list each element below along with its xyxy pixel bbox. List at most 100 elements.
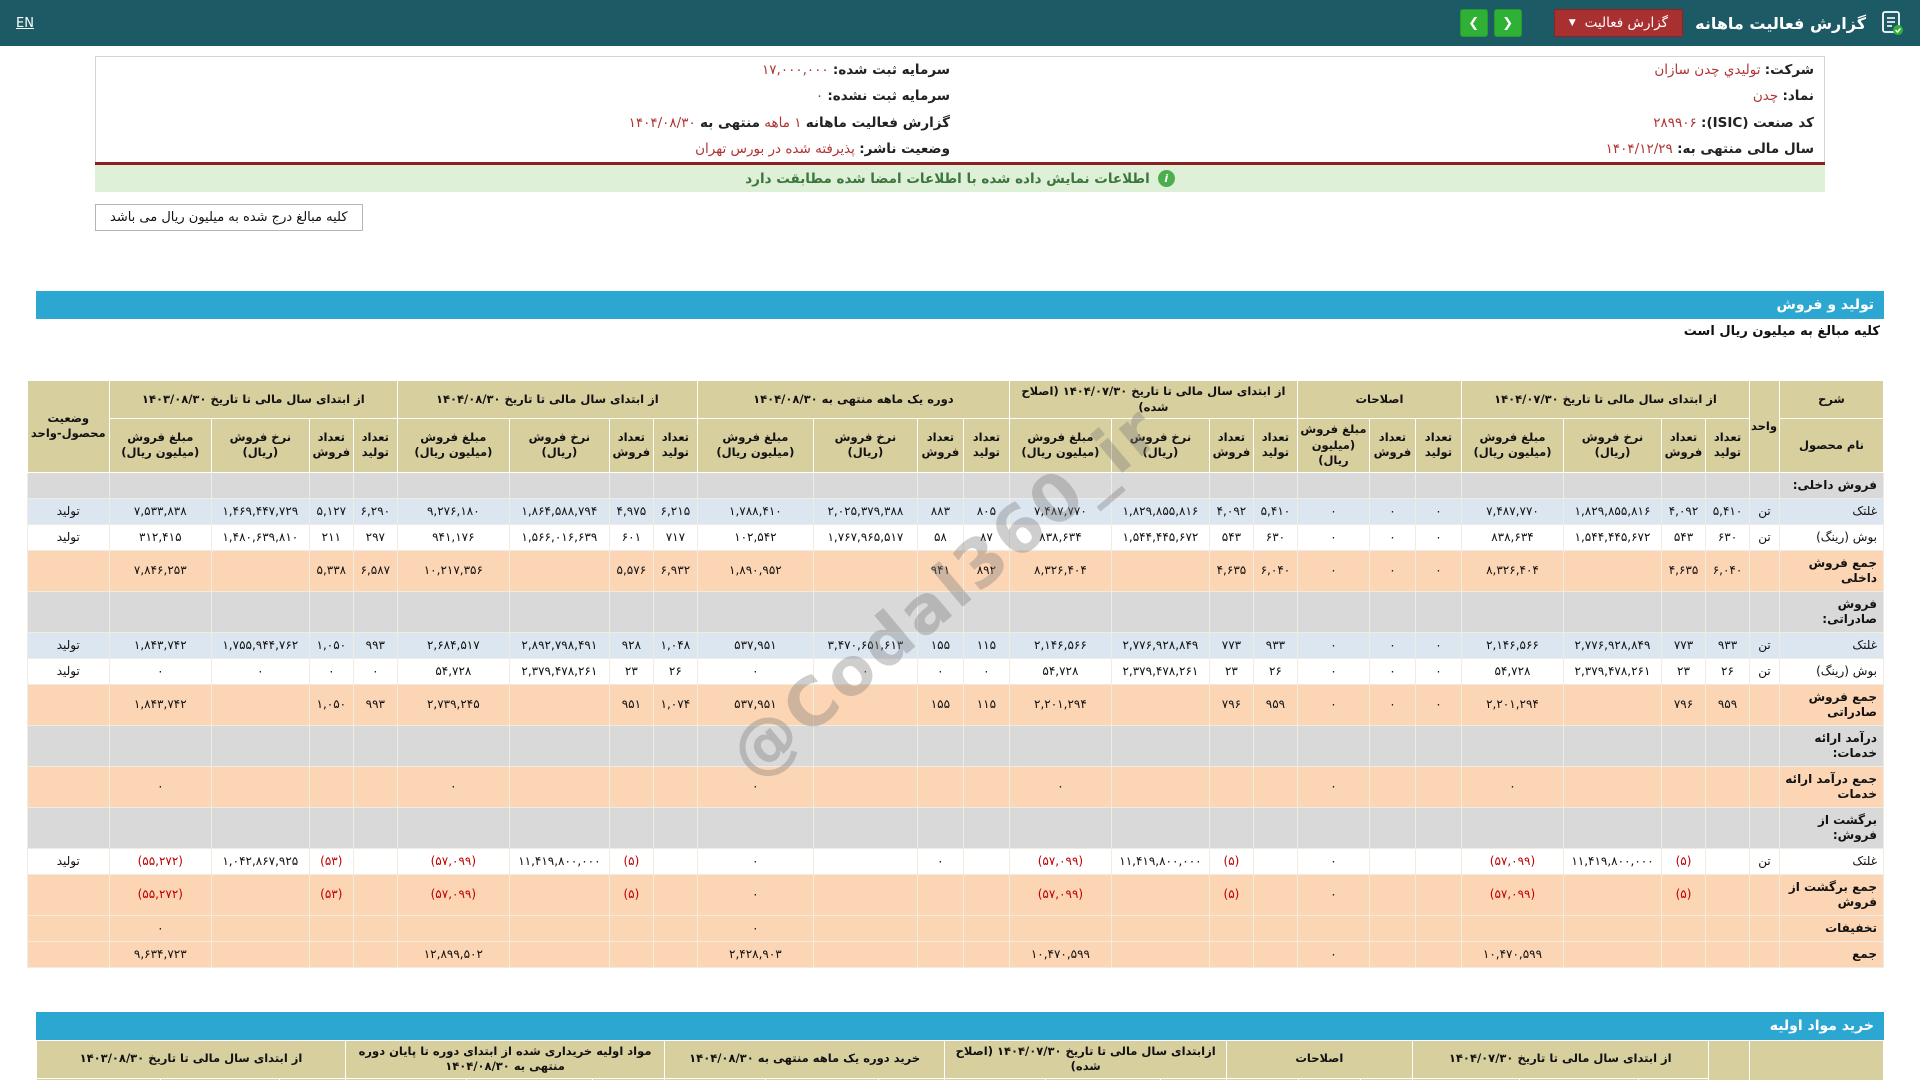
value-cell: (۵۷,۰۹۹) [1008, 873, 1112, 916]
value-cell [916, 471, 964, 499]
value-cell: ۱,۵۴۴,۴۴۵,۶۷۲ [1110, 523, 1210, 551]
value-cell: ۸۰۵ [962, 497, 1010, 525]
value-cell: (۵) [1208, 847, 1254, 875]
total-row: جمع ۱۰,۴۷۰,۵۹۹ ۰ ۱۰,۴۷۰,۵۹۹ ۲,۴۲۸,۹۰۳ ۱۲,۸۹۹,… [26, 940, 1884, 968]
group-header: از ابتدای سال مالی تا تاریخ ۱۴۰۳/۰۸/۳۰ [108, 379, 398, 420]
registered-capital-value: ۱۷,۰۰۰,۰۰۰ [762, 62, 829, 78]
value-cell [696, 471, 814, 499]
value-cell [508, 914, 610, 942]
fiscal-year-field: سال مالی منتهی به: ۱۴۰۴/۱۲/۲۹ [960, 136, 1824, 162]
value-cell: ۹۵۱ [608, 683, 654, 726]
section-row: فروش صادراتی: [26, 590, 1884, 633]
value-cell [1008, 806, 1112, 849]
unit-cell: تن [1749, 631, 1780, 659]
value-cell [352, 471, 398, 499]
value-cell [508, 549, 610, 592]
value-cell: ۱۱۵ [962, 631, 1010, 659]
unit-cell [1749, 914, 1780, 942]
value-cell: ۸۳۸,۶۳۴ [1460, 523, 1565, 551]
value-cell: ۱,۷۶۷,۹۶۵,۵۱۷ [812, 523, 918, 551]
value-cell [352, 765, 398, 808]
symbol-value: چدن [1752, 88, 1779, 105]
status-cell [26, 683, 110, 726]
value-cell [812, 683, 918, 726]
value-cell [1414, 873, 1462, 916]
value-cell: ۹۵۹ [1252, 683, 1298, 726]
group-header: اصلاحات [1296, 379, 1462, 420]
value-cell: ۰ [696, 873, 814, 916]
data-row: بوش (رینگ) تن ۲۶ ۲۳ ۲,۳۷۹,۴۷۸,۲۶۱ ۵۴,۷۲۸ ۰ ۰ ۰ ۲۶… [26, 657, 1884, 685]
value-cell [1296, 914, 1370, 942]
column-header: مبلغ فروش (میلیون ریال) [1296, 418, 1370, 473]
previous-report-button[interactable]: ❮ [1493, 9, 1522, 37]
row-label: بوش (رینگ) [1779, 523, 1884, 551]
total-row: جمع فروش داخلی ۶,۰۴۰ ۴,۶۳۵ ۸,۳۲۶,۴۰۴ ۰ ۰ ۰ ۶,۰۴… [26, 549, 1884, 592]
company-name-label: شرکت: [1764, 62, 1814, 78]
value-cell [1110, 914, 1210, 942]
report-type-dropdown[interactable]: گزارش فعالیت ▼ [1553, 9, 1684, 37]
value-cell [352, 914, 398, 942]
data-row: غلتک تن ۹۳۳ ۷۷۳ ۲,۷۷۶,۹۲۸,۸۴۹ ۲,۱۴۶,۵۶۶ ۰ ۰ ۰ ۹۳۳… [26, 631, 1884, 659]
value-cell [652, 940, 698, 968]
value-cell: ۱,۸۴۳,۷۴۲ [108, 631, 212, 659]
value-cell [1296, 590, 1370, 633]
value-cell: ۰ [1368, 657, 1416, 685]
value-cell [396, 590, 510, 633]
value-cell [210, 806, 310, 849]
value-cell: ۰ [696, 765, 814, 808]
value-cell [1110, 683, 1210, 726]
value-cell [1110, 806, 1210, 849]
value-cell: ۶,۰۴۰ [1252, 549, 1298, 592]
value-cell: ۶,۵۸۷ [352, 549, 398, 592]
value-cell [308, 940, 354, 968]
value-cell: ۰ [1296, 765, 1370, 808]
value-cell [1563, 549, 1662, 592]
value-cell: ۵۴,۷۲۸ [1008, 657, 1112, 685]
unregistered-capital-field: سرمایه ثبت نشده: ۰ [96, 83, 960, 109]
value-cell [1368, 940, 1416, 968]
value-cell: ۱,۰۴۸ [652, 631, 698, 659]
unit-cell: تن [1749, 657, 1780, 685]
section-header-raw-materials: خرید مواد اولیه [36, 1011, 1884, 1040]
column-header: تعداد تولید [652, 418, 698, 473]
language-toggle[interactable]: EN [16, 16, 34, 31]
value-cell: ۷۷۳ [1661, 631, 1706, 659]
value-cell [916, 590, 964, 633]
value-cell [1563, 940, 1662, 968]
value-cell: ۸۷ [962, 523, 1010, 551]
value-cell [962, 806, 1010, 849]
status-cell [26, 549, 110, 592]
value-cell: ۲۳ [1208, 657, 1254, 685]
value-cell: ۱,۴۸۰,۶۳۹,۸۱۰ [210, 523, 310, 551]
value-cell [812, 940, 918, 968]
status-cell: تولید [26, 497, 110, 525]
column-header: تعداد فروش [1368, 418, 1416, 473]
value-cell [696, 806, 814, 849]
value-cell: (۵۵,۲۷۲) [108, 847, 212, 875]
value-cell: ۶۳۰ [1705, 523, 1750, 551]
value-cell [812, 873, 918, 916]
group-header: خرید دوره یک ماهه منتهی به ۱۴۰۴/۰۸/۳۰ [664, 1039, 946, 1079]
value-cell: ۱,۰۵۰ [308, 683, 354, 726]
value-cell [1008, 724, 1112, 767]
value-cell [962, 471, 1010, 499]
value-cell: ۹۲۸ [608, 631, 654, 659]
value-cell [608, 471, 654, 499]
value-cell: ۰ [696, 914, 814, 942]
value-cell: ۲,۷۳۹,۲۴۵ [396, 683, 510, 726]
value-cell [812, 549, 918, 592]
value-cell: ۳۱۲,۴۱۵ [108, 523, 212, 551]
value-cell: ۶,۲۱۵ [652, 497, 698, 525]
value-cell: ۵۴۳ [1208, 523, 1254, 551]
data-row: غلتک تن ۵,۴۱۰ ۴,۰۹۲ ۱,۸۲۹,۸۵۵,۸۱۶ ۷,۴۸۷,۷۷۰ ۰ ۰… [26, 497, 1884, 525]
value-cell: ۱,۵۴۴,۴۴۵,۶۷۲ [1563, 523, 1662, 551]
value-cell [108, 590, 212, 633]
value-cell: ۵۳۷,۹۵۱ [696, 683, 814, 726]
value-cell [352, 590, 398, 633]
report-period-field: گزارش فعالیت ماهانه ۱ ماهه منتهی به ۱۴۰۴… [96, 110, 960, 136]
total-row: جمع برگشت از فروش (۵) (۵۷,۰۹۹) ۰ (۵) (۵۷,۰۹۹)… [26, 873, 1884, 916]
next-report-button[interactable]: ❯ [1459, 9, 1488, 37]
section-row: برگشت از فروش: [26, 806, 1884, 849]
value-cell [210, 724, 310, 767]
value-cell [1252, 590, 1298, 633]
